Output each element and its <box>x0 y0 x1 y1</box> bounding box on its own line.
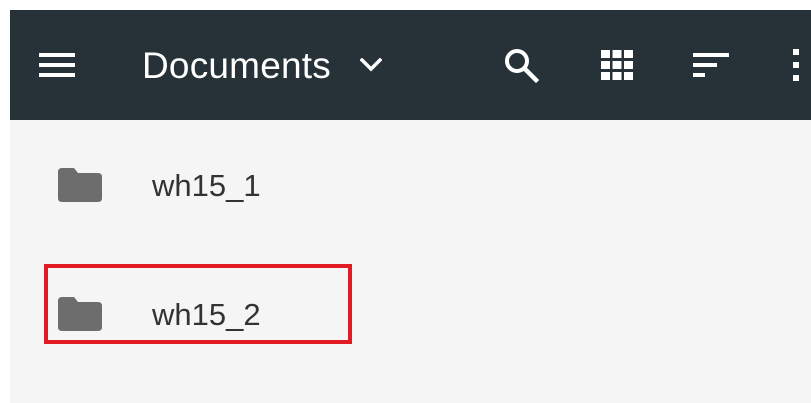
sort-icon <box>693 53 729 77</box>
app-bar: Documents <box>10 10 811 120</box>
grid-view-button[interactable] <box>592 40 642 90</box>
chevron-down-icon <box>359 53 383 77</box>
search-icon <box>505 49 539 83</box>
hamburger-menu-icon <box>39 53 75 77</box>
list-item[interactable]: wh15_1 <box>10 120 811 250</box>
search-button[interactable] <box>496 40 546 90</box>
folder-icon <box>58 297 102 331</box>
location-dropdown[interactable]: Documents <box>142 38 383 92</box>
grid-view-icon <box>601 50 633 80</box>
menu-button[interactable] <box>32 40 82 90</box>
more-vert-icon <box>793 49 799 81</box>
sort-button[interactable] <box>686 40 736 90</box>
page-title: Documents <box>142 44 331 86</box>
folder-icon <box>58 168 102 202</box>
list-item-label: wh15_1 <box>152 168 261 203</box>
file-manager-window: Documents wh15_1 wh15_2 <box>10 10 811 403</box>
list-item[interactable]: wh15_2 <box>10 250 811 380</box>
list-item-label: wh15_2 <box>152 297 261 332</box>
more-options-button[interactable] <box>771 40 811 90</box>
